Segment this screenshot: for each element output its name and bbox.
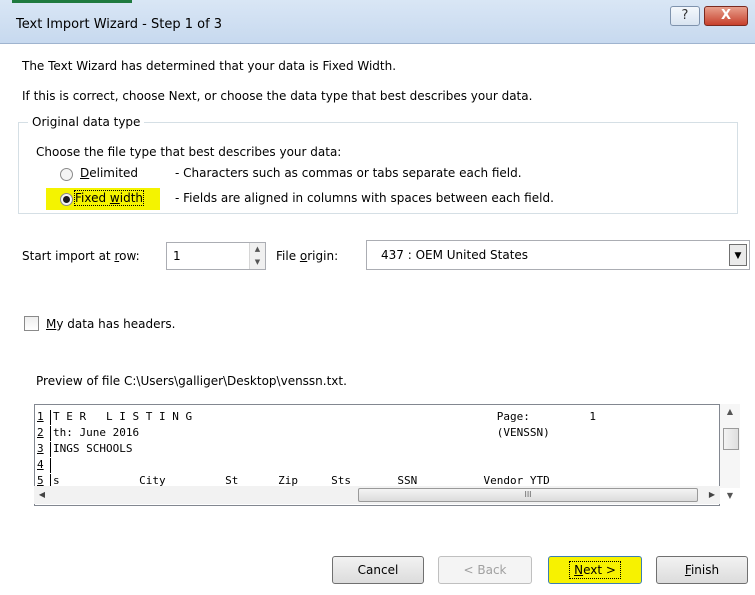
- group-label: Original data type: [28, 115, 145, 129]
- delimited-description: - Characters such as commas or tabs sepa…: [175, 166, 522, 180]
- next-button[interactable]: Next >: [548, 556, 642, 584]
- intro-line-1: The Text Wizard has determined that your…: [22, 59, 397, 73]
- stepper-buttons[interactable]: ▲ ▼: [249, 243, 265, 269]
- start-row-stepper[interactable]: 1 ▲ ▼: [166, 242, 266, 270]
- file-origin-select[interactable]: 437 : OEM United States ▼: [366, 240, 750, 270]
- scroll-up-icon[interactable]: ▲: [720, 404, 740, 420]
- horizontal-scroll-thumb[interactable]: III: [358, 488, 698, 502]
- window-title: Text Import Wizard - Step 1 of 3: [16, 17, 223, 32]
- headers-checkbox-label[interactable]: My data has headers.: [46, 317, 176, 331]
- vertical-scroll-thumb[interactable]: [723, 428, 739, 450]
- scroll-right-icon[interactable]: ▶: [704, 486, 720, 504]
- radio-delimited-circle[interactable]: [60, 168, 73, 181]
- radio-fixed-width-circle[interactable]: [60, 193, 73, 206]
- start-row-value[interactable]: 1: [173, 249, 181, 263]
- finish-button[interactable]: Finish: [656, 556, 748, 584]
- title-bar: Text Import Wizard - Step 1 of 3 ? X: [0, 0, 755, 44]
- close-button[interactable]: X: [704, 6, 748, 26]
- cancel-button[interactable]: Cancel: [332, 556, 424, 584]
- background-app-sliver: [12, 0, 132, 3]
- headers-checkbox[interactable]: [24, 316, 39, 331]
- fixed-width-description: - Fields are aligned in columns with spa…: [175, 191, 554, 205]
- stepper-down-icon[interactable]: ▼: [250, 256, 265, 269]
- radio-delimited-label[interactable]: Delimited: [80, 166, 138, 180]
- chevron-down-icon[interactable]: ▼: [729, 244, 747, 266]
- file-origin-value[interactable]: 437 : OEM United States: [381, 248, 528, 262]
- scroll-left-icon[interactable]: ◀: [34, 486, 50, 504]
- preview-horizontal-scrollbar[interactable]: ◀ III ▶: [34, 486, 720, 504]
- radio-fixed-width-label[interactable]: Fixed width: [73, 190, 145, 206]
- back-button[interactable]: < Back: [438, 556, 532, 584]
- help-button[interactable]: ?: [670, 6, 700, 26]
- stepper-up-icon[interactable]: ▲: [250, 243, 265, 256]
- file-origin-label: File origin:: [276, 249, 339, 263]
- preview-vertical-scrollbar[interactable]: ▲ ▼: [720, 404, 740, 500]
- preview-label: Preview of file C:\Users\galliger\Deskto…: [36, 374, 347, 388]
- intro-line-2: If this is correct, choose Next, or choo…: [22, 89, 533, 103]
- choose-prompt: Choose the file type that best describes…: [36, 145, 342, 159]
- scroll-down-icon[interactable]: ▼: [720, 488, 740, 504]
- start-row-label: Start import at row:: [22, 249, 140, 263]
